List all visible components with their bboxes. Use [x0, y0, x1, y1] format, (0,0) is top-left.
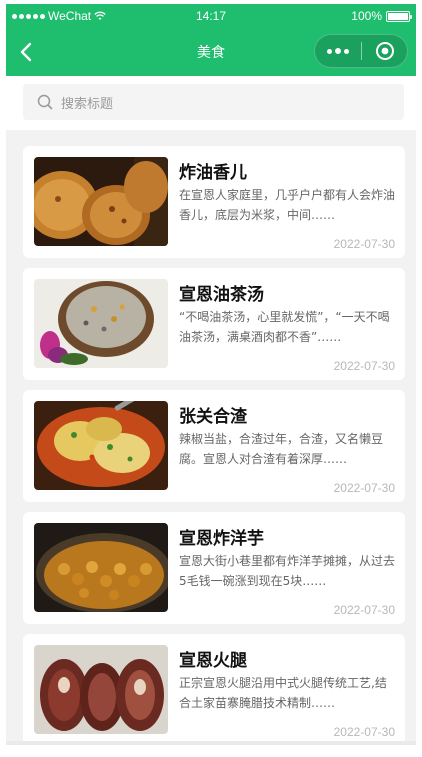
article-description: 辣椒当盐，合渣过年，合渣，又名懒豆腐。宣恩人对合渣有着深厚……: [179, 432, 384, 466]
list-item[interactable]: 张关合渣 辣椒当盐，合渣过年，合渣，又名懒豆腐。宣恩人对合渣有着深厚…… 202…: [23, 390, 405, 502]
mini-program-capsule: [314, 34, 408, 68]
article-title: 宣恩炸洋芋: [179, 529, 264, 549]
article-thumbnail: [34, 157, 168, 246]
battery-icon: [386, 10, 412, 22]
article-description: 正宗宣恩火腿沿用中式火腿传统工艺,结合土家苗寨腌腊技术精制……: [179, 676, 387, 710]
search-icon: [37, 94, 53, 110]
article-date: 2022-07-30: [333, 237, 395, 251]
list-item[interactable]: 宣恩火腿 正宗宣恩火腿沿用中式火腿传统工艺,结合土家苗寨腌腊技术精制…… 202…: [23, 634, 405, 745]
bottom-edge: [6, 741, 416, 745]
search-placeholder: 搜索标题: [61, 96, 114, 112]
article-thumbnail: [34, 279, 168, 368]
phone-screen: WeChat 14:17 100% 美食 搜索标题 炸油香儿 在宣恩人家庭里，几…: [6, 4, 416, 745]
status-bar: WeChat 14:17 100%: [6, 4, 416, 28]
article-thumbnail: [34, 401, 168, 490]
article-title: 张关合渣: [179, 407, 247, 427]
top-bar: WeChat 14:17 100% 美食: [6, 4, 416, 76]
list-item[interactable]: 宣恩炸洋芋 宣恩大街小巷里都有炸洋芋摊摊，从过去5毛钱一碗涨到现在5块…… 20…: [23, 512, 405, 624]
close-button[interactable]: [362, 35, 407, 67]
article-thumbnail: [34, 645, 168, 734]
battery-percent: 100%: [351, 9, 382, 23]
list-item[interactable]: 炸油香儿 在宣恩人家庭里，几乎户户都有人会炸油香儿，底层为米浆，中间…… 202…: [23, 146, 405, 258]
article-thumbnail: [34, 523, 168, 612]
article-description: 在宣恩人家庭里，几乎户户都有人会炸油香儿，底层为米浆，中间……: [179, 188, 396, 222]
article-description: 宣恩大街小巷里都有炸洋芋摊摊，从过去5毛钱一碗涨到现在5块……: [179, 554, 396, 588]
search-section: 搜索标题: [6, 76, 416, 130]
list-item[interactable]: 宣恩油茶汤 “不喝油茶汤，心里就发慌”，“一天不喝油茶汤，满桌酒肉都不香”…… …: [23, 268, 405, 380]
article-date: 2022-07-30: [333, 359, 395, 373]
article-title: 炸油香儿: [179, 163, 247, 183]
more-button[interactable]: [315, 35, 361, 67]
article-date: 2022-07-30: [333, 603, 395, 617]
search-input[interactable]: 搜索标题: [23, 84, 404, 120]
article-description: “不喝油茶汤，心里就发慌”，“一天不喝油茶汤，满桌酒肉都不香”……: [179, 310, 390, 344]
navigation-bar: 美食: [6, 30, 416, 74]
article-title: 宣恩火腿: [179, 651, 247, 671]
status-right: 100%: [351, 9, 412, 23]
target-close-icon: [375, 42, 394, 60]
article-date: 2022-07-30: [333, 725, 395, 739]
article-date: 2022-07-30: [333, 481, 395, 495]
article-title: 宣恩油茶汤: [179, 285, 264, 305]
